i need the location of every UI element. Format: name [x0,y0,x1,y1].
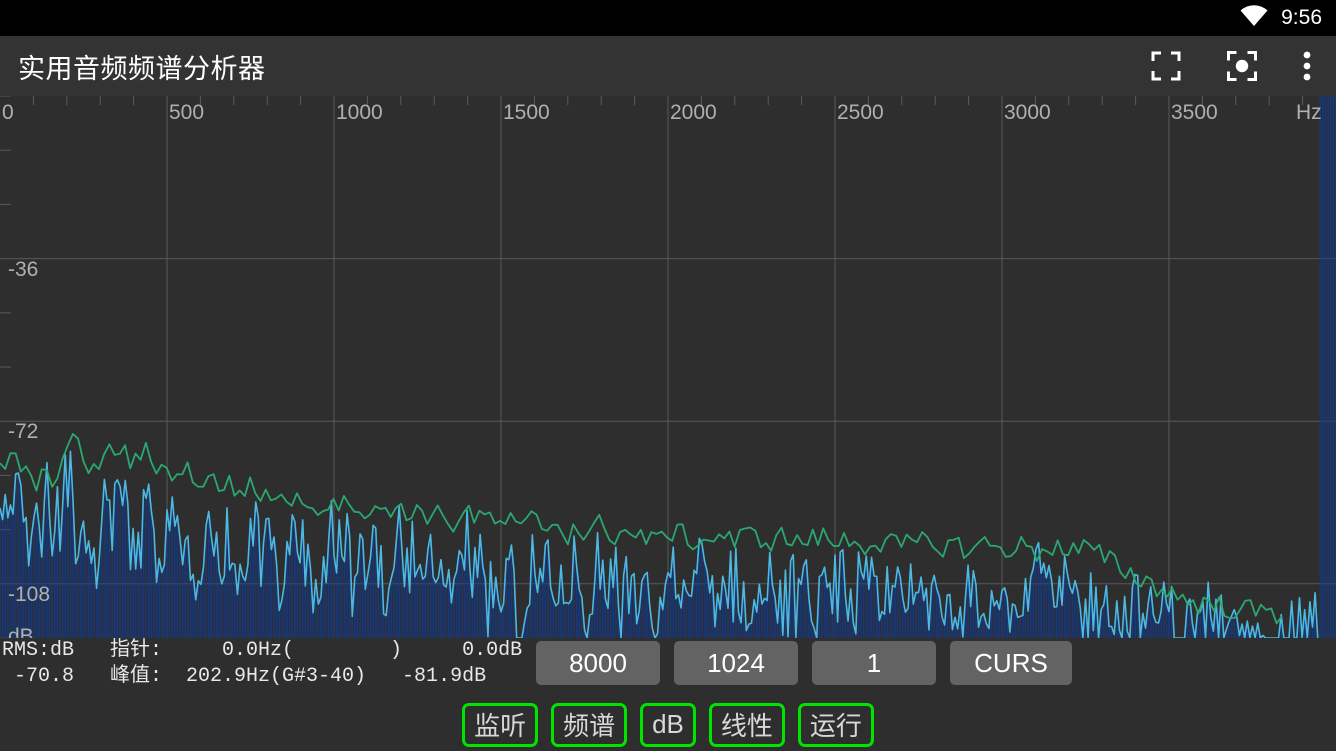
page-title: 实用音频频谱分析器 [18,53,266,84]
monitor-button[interactable]: 监听 [462,702,539,747]
app-root: 9:56 实用音频频谱分析器 0 500 1000 1500 2000 2500… [0,0,1336,751]
average-button[interactable]: 1 [812,641,936,685]
readout-panel: RMS:dB 指针: 0.0Hz( ) 0.0dB -70.8 峰值: 202.… [0,638,1336,694]
db-scale-button[interactable]: dB [640,702,696,747]
linear-button[interactable]: 线性 [708,702,785,747]
fullscreen-icon[interactable] [1142,42,1190,90]
fft-length-button[interactable]: 1024 [674,641,798,685]
sample-rate-button[interactable]: 8000 [536,641,660,685]
cursor-button[interactable]: CURS [950,641,1072,685]
spectrum-button[interactable]: 频谱 [551,702,628,747]
mode-button-group: 监听 频谱 dB 线性 运行 [0,698,1336,751]
status-bar: 9:56 [0,0,1336,36]
app-bar: 实用音频频谱分析器 [0,36,1336,96]
readout-lines: RMS:dB 指针: 0.0Hz( ) 0.0dB -70.8 峰值: 202.… [0,638,522,690]
readout-line-2: -70.8 峰值: 202.9Hz(G#3-40) -81.9dB [2,665,487,688]
app-bar-actions [1142,42,1336,90]
status-clock: 9:56 [1281,6,1322,29]
readout-line-1: RMS:dB 指针: 0.0Hz( ) 0.0dB [2,639,523,662]
spectrum-graph[interactable] [0,96,1336,638]
camera-focus-icon[interactable] [1218,42,1266,90]
spectrum-plot[interactable] [0,96,1336,638]
overflow-menu-icon[interactable] [1292,42,1322,90]
run-button[interactable]: 运行 [797,702,874,747]
wifi-icon [1239,4,1269,32]
